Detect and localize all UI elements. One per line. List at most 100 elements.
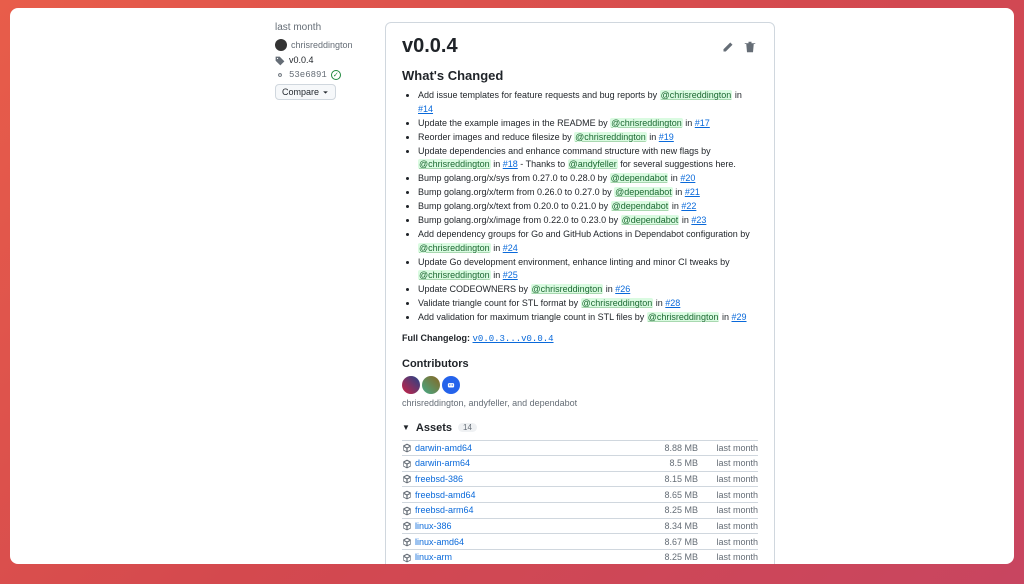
change-item: Add dependency groups for Go and GitHub …: [418, 228, 758, 255]
commit-line[interactable]: 53e6891 ✓: [275, 70, 377, 81]
change-item: Update the example images in the README …: [418, 117, 758, 131]
mention-link[interactable]: @chrisreddington: [418, 270, 491, 280]
delete-button[interactable]: [742, 39, 758, 55]
pr-link[interactable]: #23: [691, 215, 706, 225]
tag-name: v0.0.4: [289, 55, 314, 65]
release-panel: v0.0.4 What's Changed Add issue template…: [385, 22, 775, 564]
full-changelog: Full Changelog: v0.0.3...v0.0.4: [402, 333, 758, 344]
app-window: last month chrisreddington v0.0.4 53e689…: [10, 8, 1014, 564]
asset-date: last month: [698, 490, 758, 500]
mention-link[interactable]: @chrisreddington: [418, 243, 491, 253]
contributor-avatars: [402, 376, 758, 394]
avatar[interactable]: [402, 376, 420, 394]
package-icon: [402, 489, 412, 500]
asset-size: 8.15 MB: [638, 474, 698, 484]
pr-link[interactable]: #21: [685, 187, 700, 197]
change-item: Add validation for maximum triangle coun…: [418, 311, 758, 325]
assets-header[interactable]: ▼ Assets 14: [402, 422, 758, 434]
pr-link[interactable]: #20: [680, 173, 695, 183]
asset-row: freebsd-amd64 8.65 MBlast month: [402, 486, 758, 502]
asset-link[interactable]: freebsd-amd64: [415, 490, 476, 500]
avatar[interactable]: [422, 376, 440, 394]
pr-link[interactable]: #25: [503, 270, 518, 280]
pr-link[interactable]: #29: [731, 312, 746, 322]
asset-size: 8.65 MB: [638, 490, 698, 500]
change-item: Bump golang.org/x/image from 0.22.0 to 0…: [418, 214, 758, 228]
tag-icon: [275, 55, 285, 66]
release-sidebar: last month chrisreddington v0.0.4 53e689…: [275, 22, 385, 564]
package-icon: [402, 521, 412, 532]
pr-link[interactable]: #24: [503, 243, 518, 253]
pr-link[interactable]: #28: [665, 298, 680, 308]
pr-link[interactable]: #17: [695, 118, 710, 128]
change-item: Update Go development environment, enhan…: [418, 256, 758, 283]
mention-link[interactable]: @dependabot: [614, 187, 673, 197]
change-item: Update dependencies and enhance command …: [418, 145, 758, 172]
edit-button[interactable]: [720, 39, 736, 55]
asset-link[interactable]: freebsd-386: [415, 474, 463, 484]
asset-link[interactable]: darwin-amd64: [415, 443, 472, 453]
change-item: Bump golang.org/x/sys from 0.27.0 to 0.2…: [418, 172, 758, 186]
pr-link[interactable]: #22: [681, 201, 696, 211]
author-name: chrisreddington: [291, 40, 353, 50]
asset-link[interactable]: linux-386: [415, 521, 452, 531]
full-changelog-link[interactable]: v0.0.3...v0.0.4: [473, 334, 554, 344]
mention-link[interactable]: @chrisreddington: [531, 284, 604, 294]
asset-row: linux-arm8.25 MBlast month: [402, 549, 758, 564]
mention-link[interactable]: @chrisreddington: [610, 118, 683, 128]
commit-hash: 53e6891: [289, 70, 327, 80]
pr-link[interactable]: #19: [659, 132, 674, 142]
asset-link[interactable]: darwin-arm64: [415, 458, 470, 468]
changes-list: Add issue templates for feature requests…: [402, 89, 758, 325]
pr-link[interactable]: #18: [503, 159, 518, 169]
asset-date: last month: [698, 458, 758, 468]
asset-link[interactable]: linux-amd64: [415, 537, 464, 547]
caret-down-icon: ▼: [402, 423, 410, 432]
mention-link[interactable]: @dependabot: [610, 173, 669, 183]
asset-date: last month: [698, 474, 758, 484]
assets-section: ▼ Assets 14 darwin-amd648.88 MBlast mont…: [402, 422, 758, 565]
change-item: Bump golang.org/x/text from 0.20.0 to 0.…: [418, 200, 758, 214]
change-item: Add issue templates for feature requests…: [418, 89, 758, 116]
avatar[interactable]: [442, 376, 460, 394]
mention-link[interactable]: @chrisreddington: [574, 132, 647, 142]
author-line[interactable]: chrisreddington: [275, 39, 377, 51]
asset-row: darwin-amd64 8.88 MBlast month: [402, 440, 758, 456]
asset-date: last month: [698, 521, 758, 531]
asset-size: 8.5 MB: [638, 458, 698, 468]
compare-button[interactable]: Compare: [275, 84, 336, 100]
package-icon: [402, 505, 412, 516]
avatar: [275, 39, 287, 51]
mention-link[interactable]: @chrisreddington: [660, 90, 733, 100]
assets-list: darwin-amd648.88 MBlast monthdarwin-arm6…: [402, 440, 758, 565]
asset-row: freebsd-386 8.15 MBlast month: [402, 471, 758, 487]
asset-link[interactable]: freebsd-arm64: [415, 505, 474, 515]
mention-link[interactable]: @dependabot: [611, 201, 670, 211]
mention-link[interactable]: @andyfeller: [568, 159, 618, 169]
chevron-down-icon: [322, 87, 329, 97]
change-item: Bump golang.org/x/term from 0.26.0 to 0.…: [418, 186, 758, 200]
mention-link[interactable]: @chrisreddington: [418, 159, 491, 169]
pr-link[interactable]: #14: [418, 104, 433, 114]
contributors-title: Contributors: [402, 358, 758, 370]
asset-size: 8.34 MB: [638, 521, 698, 531]
asset-date: last month: [698, 505, 758, 515]
asset-date: last month: [698, 443, 758, 453]
contributor-names: chrisreddington, andyfeller, and dependa…: [402, 398, 758, 408]
pr-link[interactable]: #26: [615, 284, 630, 294]
mention-link[interactable]: @dependabot: [621, 215, 680, 225]
mention-link[interactable]: @chrisreddington: [581, 298, 654, 308]
asset-row: linux-386 8.34 MBlast month: [402, 518, 758, 534]
assets-count: 14: [458, 423, 477, 432]
commit-icon: [275, 70, 285, 81]
mention-link[interactable]: @chrisreddington: [647, 312, 720, 322]
asset-link[interactable]: linux-arm: [415, 552, 452, 562]
package-icon: [402, 552, 412, 563]
asset-size: 8.88 MB: [638, 443, 698, 453]
asset-size: 8.67 MB: [638, 537, 698, 547]
package-icon: [402, 443, 412, 454]
asset-row: darwin-arm64 8.5 MBlast month: [402, 455, 758, 471]
tag-line[interactable]: v0.0.4: [275, 55, 377, 66]
asset-row: freebsd-arm648.25 MBlast month: [402, 502, 758, 518]
asset-date: last month: [698, 552, 758, 562]
